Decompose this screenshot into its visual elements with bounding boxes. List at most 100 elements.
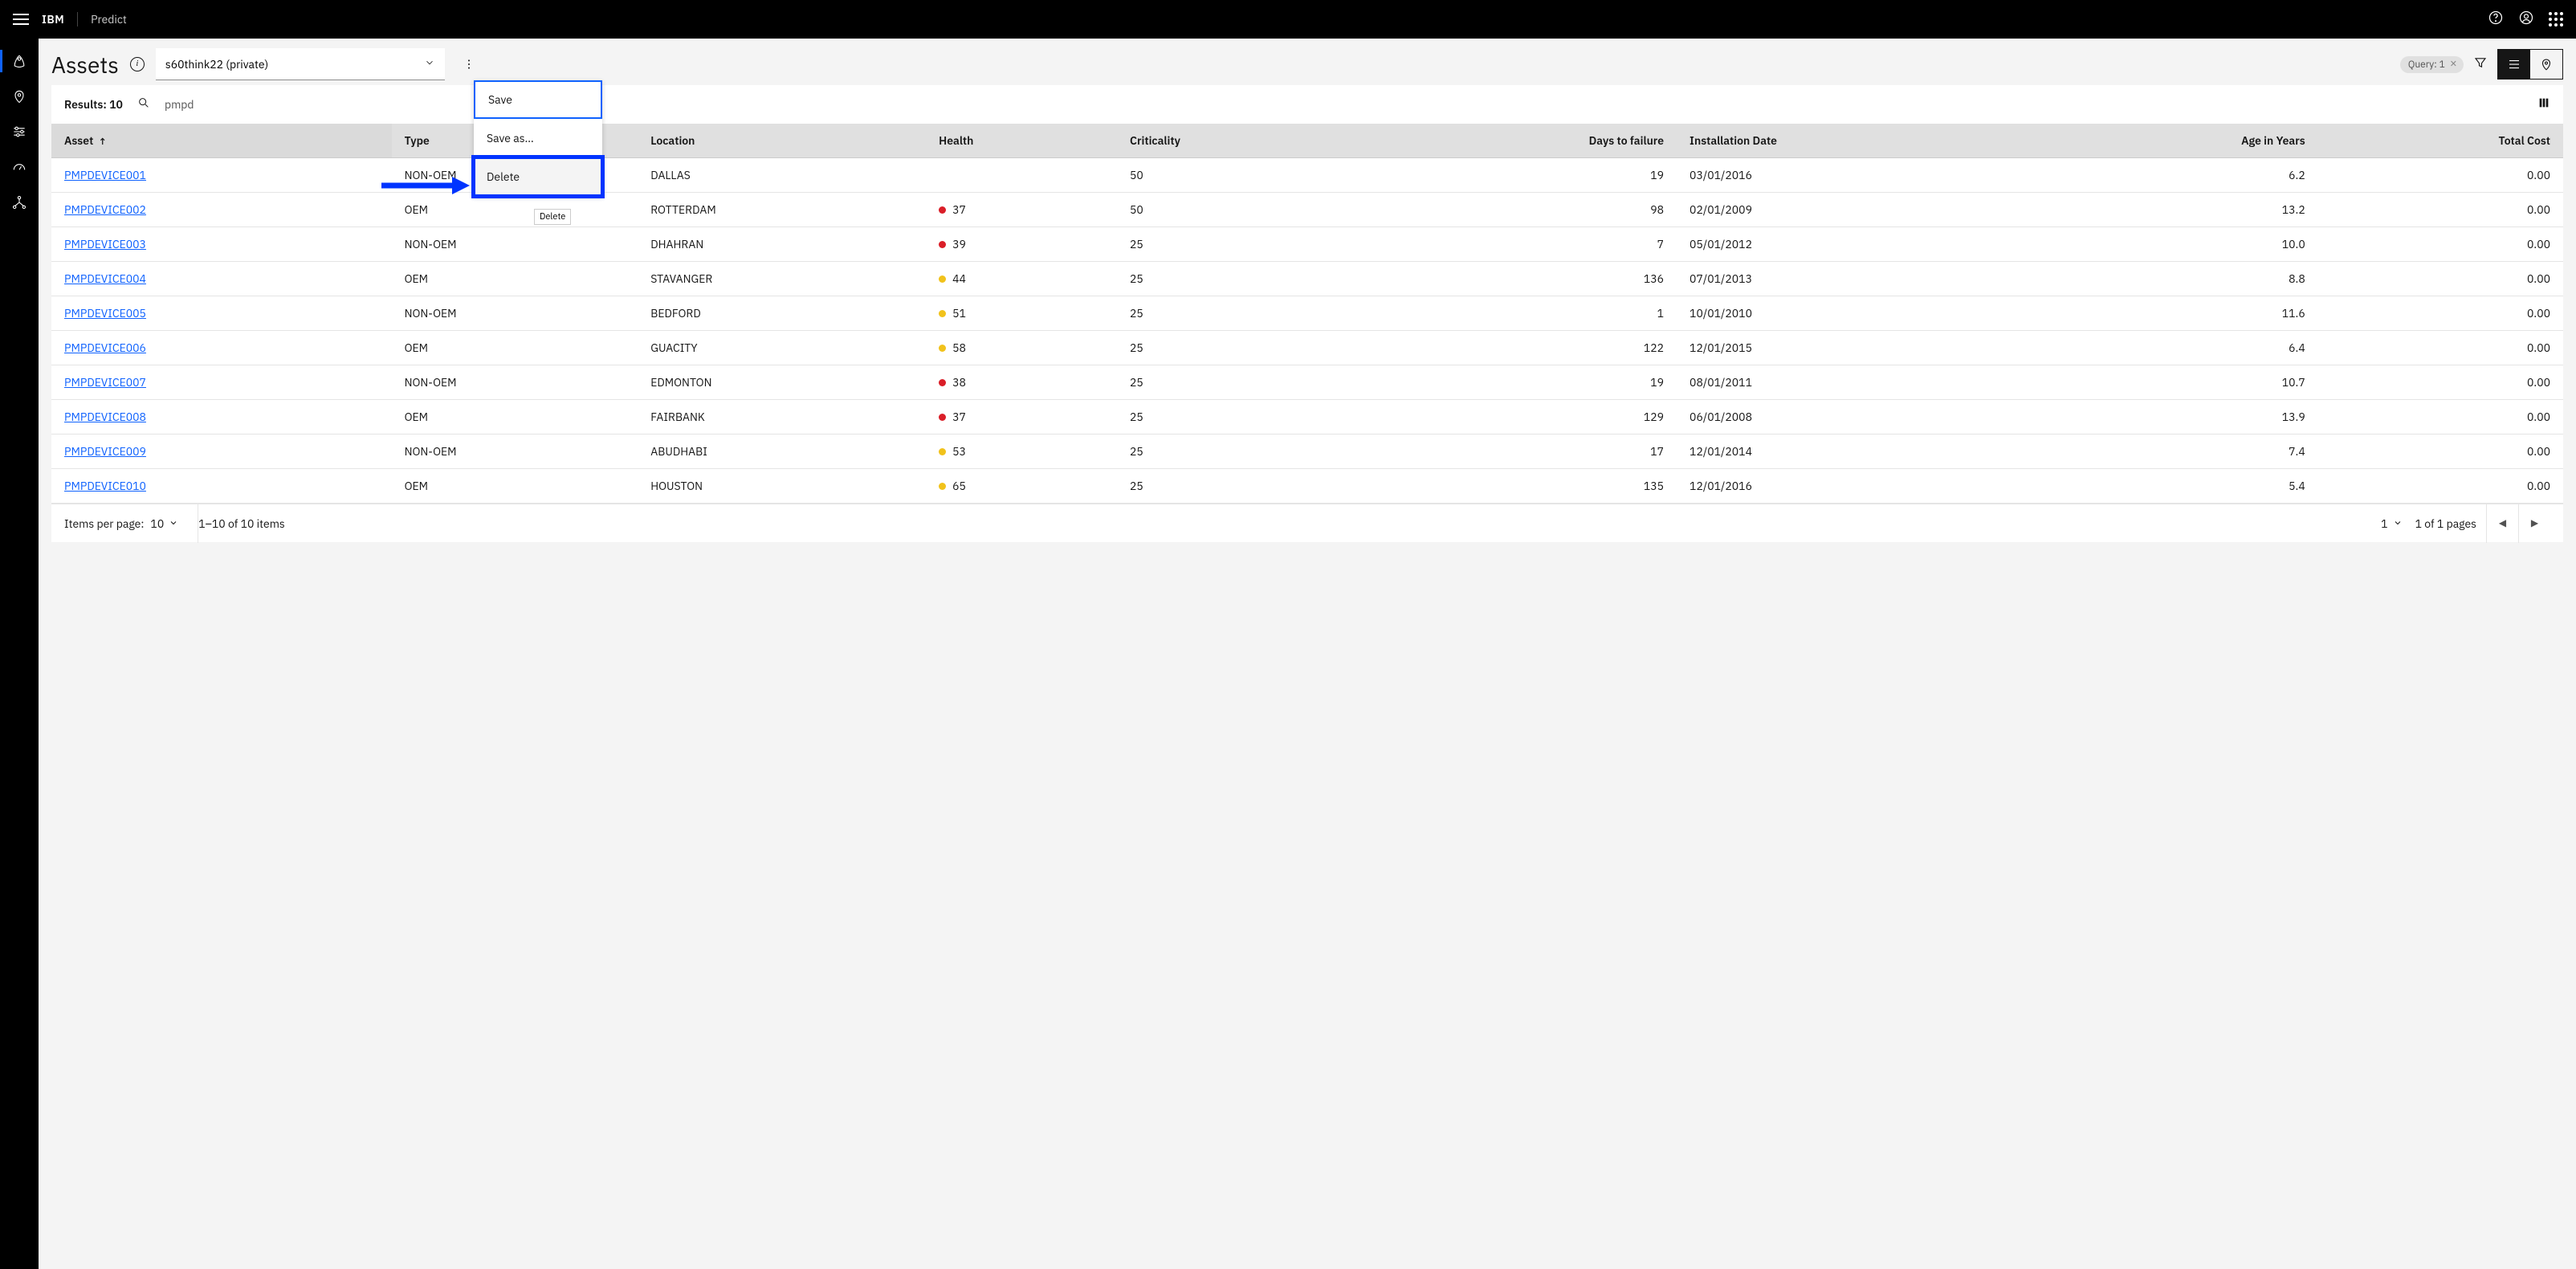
close-icon[interactable]: ✕ xyxy=(2450,59,2457,70)
annotation-arrow xyxy=(381,175,470,200)
cell-install-date: 10/01/2010 xyxy=(1677,296,2035,331)
column-days-to-failure[interactable]: Days to failure xyxy=(1358,124,1677,158)
cell-asset: PMPDEVICE006 xyxy=(51,331,392,365)
table-row: PMPDEVICE008OEMFAIRBANK372512906/01/2008… xyxy=(51,400,2563,435)
cell-asset: PMPDEVICE001 xyxy=(51,158,392,193)
sidebar-item-settings[interactable] xyxy=(11,124,27,140)
cell-criticality: 25 xyxy=(1117,435,1358,469)
table-row: PMPDEVICE005NON-OEMBEDFORD5125110/01/201… xyxy=(51,296,2563,331)
cell-install-date: 06/01/2008 xyxy=(1677,400,2035,435)
asset-link[interactable]: PMPDEVICE009 xyxy=(64,444,146,459)
cell-type: OEM xyxy=(392,469,638,504)
cell-type: OEM xyxy=(392,331,638,365)
cell-asset: PMPDEVICE010 xyxy=(51,469,392,504)
cell-age: 11.6 xyxy=(2035,296,2318,331)
cell-cost: 0.00 xyxy=(2318,469,2563,504)
chevron-down-icon xyxy=(169,516,178,531)
table-header-row: Asset↑ Type Location Health Criticality … xyxy=(51,124,2563,158)
next-page-button[interactable]: ▶ xyxy=(2518,504,2550,543)
view-toggle xyxy=(2497,49,2563,80)
health-status-dot xyxy=(939,448,946,455)
search-input[interactable]: pmpd xyxy=(165,97,194,112)
sidebar-item-hierarchy[interactable] xyxy=(11,194,27,210)
health-status-dot xyxy=(939,275,946,283)
cell-age: 8.8 xyxy=(2035,262,2318,296)
cell-criticality: 25 xyxy=(1117,331,1358,365)
cell-install-date: 07/01/2013 xyxy=(1677,262,2035,296)
sidebar-item-rocket[interactable] xyxy=(11,53,27,69)
asset-link[interactable]: PMPDEVICE008 xyxy=(64,410,146,424)
cell-type: NON-OEM xyxy=(392,365,638,400)
filter-icon[interactable] xyxy=(2473,55,2488,74)
asset-link[interactable]: PMPDEVICE006 xyxy=(64,341,146,355)
asset-link[interactable]: PMPDEVICE003 xyxy=(64,237,146,251)
cell-age: 6.4 xyxy=(2035,331,2318,365)
column-asset[interactable]: Asset↑ xyxy=(51,124,392,158)
column-settings-icon[interactable] xyxy=(2537,96,2550,113)
asset-link[interactable]: PMPDEVICE010 xyxy=(64,479,146,493)
cell-cost: 0.00 xyxy=(2318,365,2563,400)
menu-icon[interactable] xyxy=(13,14,29,25)
asset-link[interactable]: PMPDEVICE004 xyxy=(64,271,146,286)
overflow-menu-save[interactable]: Save xyxy=(474,80,602,119)
overflow-menu-button[interactable] xyxy=(456,51,482,77)
asset-link[interactable]: PMPDEVICE001 xyxy=(64,168,146,182)
column-total-cost[interactable]: Total Cost xyxy=(2318,124,2563,158)
cell-location: FAIRBANK xyxy=(638,400,926,435)
cell-days: 7 xyxy=(1358,227,1677,262)
asset-link[interactable]: PMPDEVICE007 xyxy=(64,375,146,390)
sidebar-item-gauge[interactable] xyxy=(11,159,27,175)
cell-days: 98 xyxy=(1358,193,1677,227)
table-row: PMPDEVICE009NON-OEMABUDHABI53251712/01/2… xyxy=(51,435,2563,469)
cell-asset: PMPDEVICE007 xyxy=(51,365,392,400)
cell-install-date: 12/01/2015 xyxy=(1677,331,2035,365)
query-count-pill[interactable]: Query: 1 ✕ xyxy=(2400,56,2464,73)
cell-criticality: 25 xyxy=(1117,227,1358,262)
cell-location: EDMONTON xyxy=(638,365,926,400)
query-select[interactable]: s60think22 (private) xyxy=(156,48,445,80)
asset-link[interactable]: PMPDEVICE005 xyxy=(64,306,146,320)
cell-location: ABUDHABI xyxy=(638,435,926,469)
prev-page-button[interactable]: ◀ xyxy=(2486,504,2518,543)
cell-type: OEM xyxy=(392,400,638,435)
asset-link[interactable]: PMPDEVICE002 xyxy=(64,202,146,217)
cell-install-date: 12/01/2014 xyxy=(1677,435,2035,469)
column-age[interactable]: Age in Years xyxy=(2035,124,2318,158)
view-map-button[interactable] xyxy=(2530,50,2562,79)
help-icon[interactable] xyxy=(2488,10,2504,30)
cell-health: 51 xyxy=(926,296,1117,331)
items-per-page-select[interactable]: 10 xyxy=(150,516,178,531)
page-of-label: 1 of 1 pages xyxy=(2415,516,2486,531)
cell-health: 37 xyxy=(926,193,1117,227)
info-icon[interactable]: i xyxy=(130,57,145,71)
cell-criticality: 25 xyxy=(1117,400,1358,435)
column-installation-date[interactable]: Installation Date xyxy=(1677,124,2035,158)
cell-age: 10.0 xyxy=(2035,227,2318,262)
items-range: 1–10 of 10 items xyxy=(198,516,285,531)
app-switcher-icon[interactable] xyxy=(2549,12,2563,27)
health-status-dot xyxy=(939,379,946,386)
view-list-button[interactable] xyxy=(2498,50,2530,79)
health-status-dot xyxy=(939,345,946,352)
table-row: PMPDEVICE004OEMSTAVANGER442513607/01/201… xyxy=(51,262,2563,296)
search-icon[interactable] xyxy=(137,96,150,113)
sidebar-item-location[interactable] xyxy=(11,88,27,104)
cell-cost: 0.00 xyxy=(2318,227,2563,262)
cell-asset: PMPDEVICE009 xyxy=(51,435,392,469)
chevron-down-icon xyxy=(424,57,435,71)
user-icon[interactable] xyxy=(2518,10,2534,30)
app-name: Predict xyxy=(78,12,127,27)
overflow-menu-save-as[interactable]: Save as… xyxy=(474,119,602,157)
column-health[interactable]: Health xyxy=(926,124,1117,158)
cell-age: 5.4 xyxy=(2035,469,2318,504)
cell-asset: PMPDEVICE003 xyxy=(51,227,392,262)
delete-tooltip: Delete xyxy=(534,209,571,225)
column-criticality[interactable]: Criticality xyxy=(1117,124,1358,158)
page-select[interactable]: 1 xyxy=(2381,516,2415,531)
cell-age: 6.2 xyxy=(2035,158,2318,193)
cell-cost: 0.00 xyxy=(2318,262,2563,296)
overflow-menu-delete[interactable]: Delete xyxy=(474,157,602,196)
column-location[interactable]: Location xyxy=(638,124,926,158)
cell-cost: 0.00 xyxy=(2318,296,2563,331)
pagination-bar: Items per page: 10 1–10 of 10 items 1 xyxy=(51,504,2563,542)
